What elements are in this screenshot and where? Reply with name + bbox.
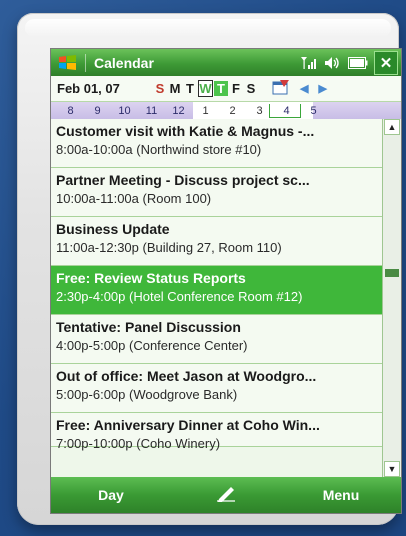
title-bar: Calendar ✕ bbox=[51, 49, 401, 76]
hour-label: 11 bbox=[145, 104, 158, 117]
weekday-saturday[interactable]: S bbox=[244, 81, 258, 96]
appointment-title: Customer visit with Katie & Magnus -... bbox=[56, 123, 315, 139]
hour-label: 1 bbox=[202, 104, 209, 117]
softkey-day[interactable]: Day bbox=[51, 487, 171, 503]
appointment-title: Out of office: Meet Jason at Woodgro... bbox=[56, 368, 317, 384]
current-date[interactable]: Feb 01, 07 bbox=[57, 81, 153, 96]
hour-label: 8 bbox=[67, 104, 74, 117]
appointment-detail: 8:00a-10:00a (Northwind store #10) bbox=[56, 142, 262, 157]
start-button[interactable] bbox=[51, 49, 85, 76]
appointment-detail: 2:30p-4:00p (Hotel Conference Room #12) bbox=[56, 289, 303, 304]
appointment-item[interactable]: Partner Meeting - Discuss project sc... … bbox=[51, 168, 383, 217]
signal-icon[interactable] bbox=[300, 56, 318, 70]
hour-label: 10 bbox=[118, 104, 131, 117]
appointment-item[interactable]: Tentative: Panel Discussion 4:00p-5:00p … bbox=[51, 315, 383, 364]
volume-icon[interactable] bbox=[324, 56, 342, 70]
hour-strip-labels: 8 9 10 11 12 1 2 3 4 5 bbox=[57, 105, 327, 117]
hour-strip[interactable]: 8 9 10 11 12 1 2 3 4 5 bbox=[51, 102, 401, 120]
weekday-sunday[interactable]: S bbox=[153, 81, 167, 96]
scroll-thumb[interactable] bbox=[385, 269, 399, 277]
appointment-detail: 10:00a-11:00a (Room 100) bbox=[56, 191, 212, 206]
appointment-title: Free: Review Status Reports bbox=[56, 270, 246, 286]
app-title: Calendar bbox=[94, 54, 154, 71]
appointment-title: Partner Meeting - Discuss project sc... bbox=[56, 172, 310, 188]
appointment-detail: 5:00p-6:00p (Woodgrove Bank) bbox=[56, 387, 238, 402]
hour-label: 2 bbox=[229, 104, 236, 117]
appointment-detail: 7:00p-10:00p (Coho Winery) bbox=[56, 436, 221, 451]
weekday-thursday[interactable]: T bbox=[214, 81, 228, 96]
appointment-title: Tentative: Panel Discussion bbox=[56, 319, 241, 335]
week-bar: Feb 01, 07 S M T W T F S ◀ ▶ bbox=[51, 76, 401, 102]
appointment-item[interactable]: Business Update 11:00a-12:30p (Building … bbox=[51, 217, 383, 266]
appointment-detail: 4:00p-5:00p (Conference Center) bbox=[56, 338, 248, 353]
status-icons bbox=[300, 56, 368, 70]
calendar-view-icon[interactable] bbox=[272, 79, 290, 98]
battery-icon[interactable] bbox=[348, 56, 368, 69]
softkey-bar: Day Menu bbox=[51, 477, 401, 513]
appointment-title: Free: Anniversary Dinner at Coho Win... bbox=[56, 417, 320, 433]
phone-screen: Calendar ✕ Feb 01, 07 S M T W T F S ◀ ▶ … bbox=[50, 48, 402, 514]
appointment-item[interactable]: Customer visit with Katie & Magnus -... … bbox=[51, 119, 383, 168]
close-button[interactable]: ✕ bbox=[374, 50, 398, 75]
appointment-item[interactable]: Out of office: Meet Jason at Woodgro... … bbox=[51, 364, 383, 413]
weekday-wednesday[interactable]: W bbox=[198, 80, 213, 97]
hour-label: 9 bbox=[94, 104, 101, 117]
hour-label: 3 bbox=[256, 104, 263, 117]
windows-flag-icon bbox=[59, 54, 76, 70]
weekday-tuesday[interactable]: T bbox=[183, 81, 197, 96]
weekday-selector: S M T W T F S bbox=[153, 80, 258, 97]
hour-label: 4 bbox=[283, 104, 290, 117]
appointment-detail: 11:00a-12:30p (Building 27, Room 110) bbox=[56, 240, 282, 255]
hour-label: 5 bbox=[310, 104, 317, 117]
weekday-friday[interactable]: F bbox=[229, 81, 243, 96]
prev-week-icon[interactable]: ◀ bbox=[300, 82, 308, 95]
appointment-item[interactable]: Free: Anniversary Dinner at Coho Win... … bbox=[51, 413, 383, 451]
appointment-title: Business Update bbox=[56, 221, 170, 237]
pen-icon[interactable] bbox=[171, 484, 281, 507]
list-scrollbar[interactable]: ▲ ▼ bbox=[382, 119, 401, 477]
hour-label: 12 bbox=[172, 104, 185, 117]
next-week-icon[interactable]: ▶ bbox=[318, 82, 326, 95]
scroll-down-icon[interactable]: ▼ bbox=[384, 461, 400, 477]
appointment-list: Customer visit with Katie & Magnus -... … bbox=[51, 119, 383, 477]
softkey-menu[interactable]: Menu bbox=[281, 487, 401, 503]
scroll-up-icon[interactable]: ▲ bbox=[384, 119, 400, 135]
close-icon: ✕ bbox=[379, 54, 393, 72]
appointment-item-selected[interactable]: Free: Review Status Reports 2:30p-4:00p … bbox=[51, 266, 383, 315]
weekday-monday[interactable]: M bbox=[168, 81, 182, 96]
title-separator bbox=[85, 53, 86, 72]
